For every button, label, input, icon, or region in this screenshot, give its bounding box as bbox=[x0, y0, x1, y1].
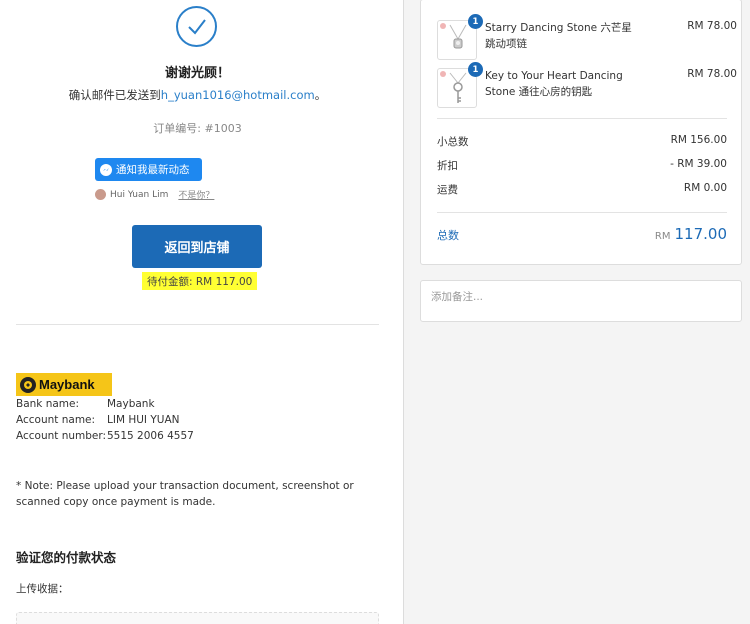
user-name: Hui Yuan Lim bbox=[110, 189, 169, 200]
list-item: 1 Starry Dancing Stone 六芒星跳动项链 RM 78.00 bbox=[437, 14, 737, 60]
email-confirmation-text: 确认邮件已发送到h_yuan1016@hotmail.com。 bbox=[0, 87, 395, 103]
thanks-heading: 谢谢光顾！ bbox=[164, 66, 230, 81]
product-price: RM 78.00 bbox=[687, 68, 737, 80]
upload-dropzone[interactable] bbox=[16, 612, 379, 624]
messenger-user: Hui Yuan Lim 不是你？ bbox=[95, 188, 214, 201]
discount-value: - RM 39.00 bbox=[670, 158, 727, 170]
payment-note: * Note: Please upload your transaction d… bbox=[16, 480, 354, 508]
order-number: 订单编号: #1003 bbox=[153, 122, 242, 135]
bank-name-row: Bank name: Maybank bbox=[16, 398, 155, 410]
not-you-link[interactable]: 不是你？ bbox=[178, 188, 214, 201]
subtotal-label: 小总数 bbox=[437, 136, 469, 148]
divider bbox=[437, 118, 727, 119]
bank-name-key: Bank name: bbox=[16, 398, 80, 410]
back-to-store-button[interactable]: 返回到店铺 bbox=[132, 225, 262, 268]
quantity-badge: 1 bbox=[468, 14, 483, 29]
add-note-field[interactable]: 添加备注... bbox=[420, 280, 742, 322]
color-dot bbox=[440, 23, 446, 29]
total-row: 总数 RM 117.00 bbox=[437, 225, 727, 243]
check-icon bbox=[176, 6, 217, 47]
account-name-key: Account name: bbox=[16, 414, 96, 426]
product-name: Key to Your Heart Dancing Stone 通往心房的钥匙 bbox=[485, 70, 623, 98]
maybank-logo: Maybank bbox=[16, 373, 112, 396]
bank-name-value: Maybank bbox=[107, 398, 155, 410]
email-prefix: 确认邮件已发送到 bbox=[68, 88, 161, 102]
order-confirmation-panel: 谢谢光顾！ 确认邮件已发送到h_yuan1016@hotmail.com。 订单… bbox=[0, 0, 403, 624]
email-address: h_yuan1016@hotmail.com bbox=[160, 88, 315, 102]
discount-label: 折扣 bbox=[437, 160, 458, 172]
account-number-row: Account number: 5515 2006 4557 bbox=[16, 430, 194, 442]
total-value: RM 117.00 bbox=[655, 225, 727, 243]
maybank-logo-text: Maybank bbox=[39, 377, 95, 392]
product-thumbnail: 1 bbox=[437, 14, 483, 60]
account-number-key: Account number: bbox=[16, 430, 107, 442]
discount-row: 折扣 - RM 39.00 bbox=[437, 158, 727, 173]
shipping-row: 运费 RM 0.00 bbox=[437, 182, 727, 197]
email-suffix: 。 bbox=[314, 88, 327, 102]
divider bbox=[16, 324, 379, 325]
account-number-value: 5515 2006 4557 bbox=[107, 430, 194, 442]
account-name-value: LIM HUI YUAN bbox=[107, 414, 180, 426]
shipping-value: RM 0.00 bbox=[683, 182, 727, 194]
avatar bbox=[95, 189, 106, 200]
product-thumbnail: 1 bbox=[437, 62, 483, 108]
messenger-notify-button[interactable]: 通知我最新动态 bbox=[95, 158, 202, 181]
shipping-label: 运费 bbox=[437, 184, 458, 196]
order-summary-card: 1 Starry Dancing Stone 六芒星跳动项链 RM 78.00 … bbox=[420, 0, 742, 265]
account-name-row: Account name: LIM HUI YUAN bbox=[16, 414, 180, 426]
total-currency: RM bbox=[654, 231, 671, 242]
verify-payment-heading: 验证您的付款状态 bbox=[16, 550, 117, 565]
subtotal-value: RM 156.00 bbox=[670, 134, 727, 146]
messenger-button-label: 通知我最新动态 bbox=[116, 164, 190, 176]
product-price: RM 78.00 bbox=[687, 20, 737, 32]
divider bbox=[437, 212, 727, 213]
maybank-tiger-icon bbox=[20, 376, 36, 393]
list-item: 1 Key to Your Heart Dancing Stone 通往心房的钥… bbox=[437, 62, 737, 108]
product-name: Starry Dancing Stone 六芒星跳动项链 bbox=[485, 22, 632, 50]
total-label: 总数 bbox=[437, 229, 459, 242]
messenger-icon bbox=[100, 163, 112, 176]
order-summary-panel: 1 Starry Dancing Stone 六芒星跳动项链 RM 78.00 … bbox=[404, 0, 750, 624]
pending-amount: 待付金额: RM 117.00 bbox=[142, 272, 258, 290]
color-dot bbox=[440, 71, 446, 77]
upload-receipt-label: 上传收据： bbox=[16, 583, 69, 595]
subtotal-row: 小总数 RM 156.00 bbox=[437, 134, 727, 149]
quantity-badge: 1 bbox=[468, 62, 483, 77]
total-amount: 117.00 bbox=[674, 225, 728, 243]
